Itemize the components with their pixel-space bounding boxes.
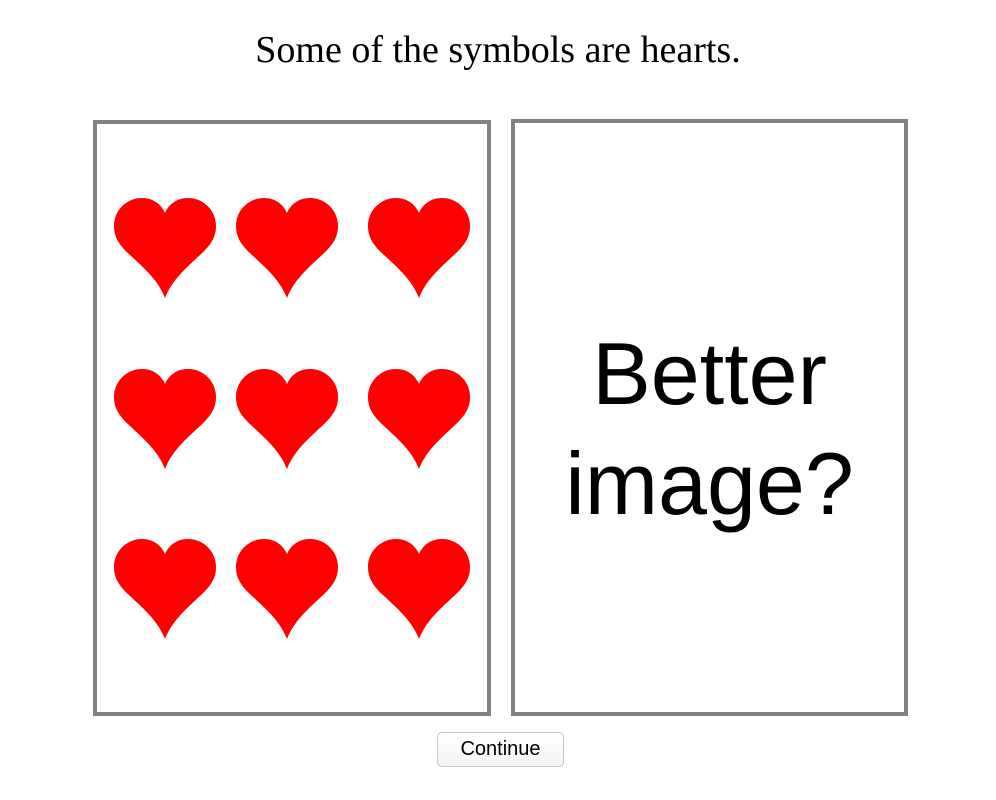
prompt-text: Some of the symbols are hearts. (255, 29, 741, 71)
heart-icon (114, 369, 216, 469)
left-card-option[interactable] (93, 120, 491, 716)
right-card-option[interactable]: Better image? (511, 119, 908, 716)
continue-button[interactable]: Continue (437, 732, 564, 767)
heart-icon (368, 369, 470, 469)
heart-icon (368, 539, 470, 639)
heart-icon (114, 198, 216, 298)
heart-icon (236, 539, 338, 639)
better-image-text: Better image? (565, 324, 854, 533)
heart-icon (368, 198, 470, 298)
heart-icon (236, 198, 338, 298)
heart-icon (236, 369, 338, 469)
heart-icon (114, 539, 216, 639)
